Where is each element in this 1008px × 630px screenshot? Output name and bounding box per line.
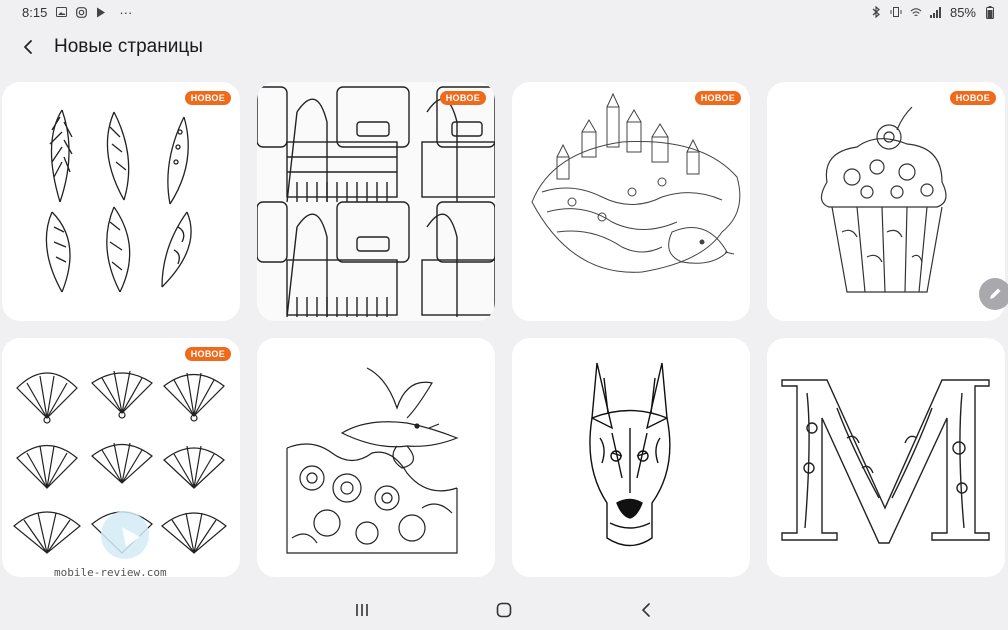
coloring-pages-grid: НОВОЕ НОВОЕ НОВОЕ НОВОЕ НОВОЕ [2,82,1008,577]
nav-back-button[interactable] [634,598,658,622]
edit-pencil-button[interactable] [979,278,1008,310]
new-badge: НОВОЕ [949,91,996,105]
card-letter-m[interactable] [767,338,1005,577]
battery-percent: 85% [949,4,976,20]
letter-m-illustration [781,379,990,544]
watermark-logo [101,511,149,559]
home-button[interactable] [492,598,516,622]
gallery-icon [55,6,67,18]
recents-button[interactable] [350,598,374,622]
battery-icon [984,5,996,19]
pencil-icon [990,288,1001,299]
back-arrow-icon[interactable] [18,37,38,57]
bags-illustration [257,82,495,321]
card-bird[interactable] [257,338,495,577]
instagram-icon [75,6,87,18]
new-badge: НОВОЕ [694,91,741,105]
cupcake-illustration [820,106,947,293]
card-cupcake[interactable]: НОВОЕ [767,82,1005,321]
card-doberman[interactable] [512,338,750,577]
card-feathers[interactable]: НОВОЕ [2,82,240,321]
home-icon [496,602,512,618]
card-bags[interactable]: НОВОЕ [257,82,495,321]
hedgehog-town-illustration [531,92,741,273]
new-badge: НОВОЕ [184,91,231,105]
feathers-illustration [45,109,192,293]
system-nav-bar [0,590,1008,630]
nav-back-icon [641,603,650,617]
watermark-text: mobile-review.com [54,566,167,579]
status-left: 8:15 ··· [22,5,132,20]
wifi-icon [910,6,922,18]
vibrate-icon [890,6,902,18]
new-badge: НОВОЕ [184,347,231,361]
card-hedgehog-town[interactable]: НОВОЕ [512,82,750,321]
page-title: Новые страницы [54,36,203,57]
recents-icon [356,604,368,616]
play-store-icon [95,6,107,18]
status-time: 8:15 [22,4,48,20]
new-badge: НОВОЕ [439,91,486,105]
signal-icon [930,6,942,18]
doberman-illustration [589,362,671,547]
status-more: ··· [119,4,133,20]
bird-illustration [286,367,459,554]
status-bar: 8:15 ··· 85% [0,0,1008,24]
app-header: Новые страницы [0,28,1008,66]
status-right: 85% [870,5,996,20]
bluetooth-icon [870,6,882,18]
